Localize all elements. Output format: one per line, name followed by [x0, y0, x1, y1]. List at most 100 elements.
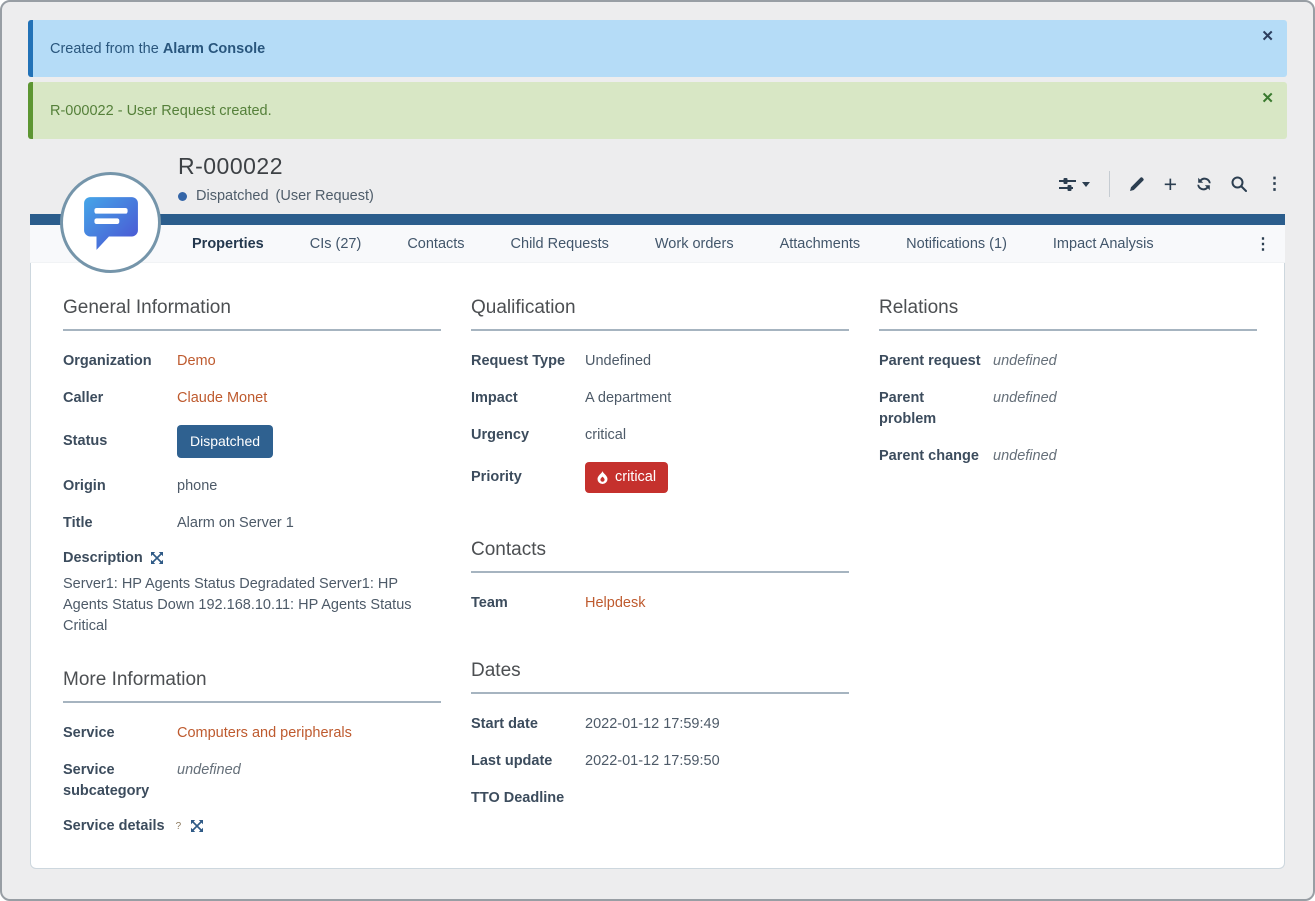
- status-line: Dispatched (User Request): [178, 188, 374, 204]
- field-value: critical: [585, 425, 626, 446]
- service-link[interactable]: Computers and peripherals: [177, 723, 352, 744]
- field-value: 2022-01-12 17:59:49: [585, 714, 720, 735]
- description-text: Server1: HP Agents Status Degradated Ser…: [63, 574, 441, 637]
- field-service-subcategory: Service subcategory undefined: [63, 760, 441, 802]
- expand-icon[interactable]: [191, 820, 203, 832]
- field-label: TTO Deadline: [471, 788, 585, 809]
- expand-icon[interactable]: [151, 552, 163, 564]
- header-toolbar: + ⋮: [1059, 171, 1283, 197]
- caller-link[interactable]: Claude Monet: [177, 388, 267, 409]
- field-label: Service subcategory: [63, 760, 177, 802]
- field-label: Team: [471, 593, 585, 614]
- field-label: Parent problem: [879, 388, 943, 430]
- section-title: Dates: [471, 660, 849, 682]
- section-rule: [471, 571, 849, 573]
- field-parent-problem: Parent problem undefined: [879, 388, 1257, 430]
- tab-properties[interactable]: Properties: [192, 236, 264, 252]
- tab-child-requests[interactable]: Child Requests: [511, 236, 609, 252]
- chevron-down-icon: [1082, 182, 1090, 187]
- success-banner-text: R-000022 - User Request created.: [50, 103, 272, 119]
- status-badge: Dispatched: [177, 425, 273, 458]
- more-actions-button[interactable]: ⋮: [1266, 176, 1283, 192]
- field-team: Team Helpdesk: [471, 593, 849, 614]
- field-caller: Caller Claude Monet: [63, 388, 441, 409]
- field-label: Origin: [63, 476, 177, 497]
- sliders-icon: [1059, 177, 1076, 192]
- field-label: Last update: [471, 751, 585, 772]
- priority-badge-label: critical: [615, 467, 656, 488]
- section-rule: [63, 701, 441, 703]
- field-label: Parent request: [879, 351, 993, 372]
- itop-object-page: Created from the Alarm Console ✕ R-00002…: [0, 0, 1315, 901]
- field-start-date: Start date 2022-01-12 17:59:49: [471, 714, 849, 735]
- info-banner: Created from the Alarm Console ✕: [28, 20, 1287, 77]
- section-contacts: Contacts Team Helpdesk: [471, 539, 849, 614]
- toolbar-divider: [1109, 171, 1110, 197]
- field-parent-change: Parent change undefined: [879, 446, 1257, 467]
- field-label: Description: [63, 550, 143, 566]
- pencil-icon: [1129, 176, 1145, 192]
- tab-contacts[interactable]: Contacts: [407, 236, 464, 252]
- help-marker: ?: [176, 821, 182, 832]
- close-icon[interactable]: ✕: [1261, 29, 1274, 44]
- flame-icon: [597, 471, 608, 484]
- field-last-update: Last update 2022-01-12 17:59:50: [471, 751, 849, 772]
- object-class-text: (User Request): [276, 188, 374, 204]
- section-qualification: Qualification Request Type Undefined Imp…: [471, 297, 849, 493]
- section-title: Qualification: [471, 297, 849, 319]
- tab-impact-analysis[interactable]: Impact Analysis: [1053, 236, 1154, 252]
- field-value: undefined: [993, 446, 1057, 467]
- field-label: Parent change: [879, 446, 993, 467]
- field-label: Service: [63, 723, 177, 744]
- priority-badge: critical: [585, 462, 668, 493]
- add-button[interactable]: +: [1164, 176, 1177, 192]
- search-button[interactable]: [1231, 176, 1247, 192]
- section-rule: [63, 329, 441, 331]
- tab-bar: Properties CIs (27) Contacts Child Reque…: [30, 225, 1285, 263]
- column-left: General Information Organization Demo Ca…: [63, 297, 441, 842]
- section-rule: [471, 329, 849, 331]
- section-rule: [879, 329, 1257, 331]
- field-label: Service details: [63, 818, 165, 834]
- refresh-icon: [1196, 176, 1212, 192]
- field-label: Urgency: [471, 425, 585, 446]
- field-origin: Origin phone: [63, 476, 441, 497]
- section-relations: Relations Parent request undefined Paren…: [879, 297, 1257, 467]
- field-label: Impact: [471, 388, 585, 409]
- field-label: Organization: [63, 351, 177, 372]
- field-urgency: Urgency critical: [471, 425, 849, 446]
- field-label: Priority: [471, 462, 585, 493]
- field-label: Request Type: [471, 351, 585, 372]
- field-label: Start date: [471, 714, 585, 735]
- display-options-button[interactable]: [1059, 177, 1090, 192]
- field-value: undefined: [177, 760, 241, 802]
- info-banner-bold: Alarm Console: [163, 41, 265, 57]
- title-block: R-000022 Dispatched (User Request): [178, 153, 374, 204]
- tab-notifications[interactable]: Notifications (1): [906, 236, 1007, 252]
- tab-cis[interactable]: CIs (27): [310, 236, 362, 252]
- field-description-label: Description: [63, 550, 441, 566]
- tabs-more-button[interactable]: ⋮: [1255, 234, 1271, 254]
- chat-bubble-icon: [82, 195, 140, 251]
- section-more-information: More Information Service Computers and p…: [63, 669, 441, 834]
- refresh-button[interactable]: [1196, 176, 1212, 192]
- edit-button[interactable]: [1129, 176, 1145, 192]
- organization-link[interactable]: Demo: [177, 351, 216, 372]
- tab-attachments[interactable]: Attachments: [780, 236, 861, 252]
- field-label: Caller: [63, 388, 177, 409]
- field-value: Alarm on Server 1: [177, 513, 294, 534]
- team-link[interactable]: Helpdesk: [585, 593, 645, 614]
- status-text: Dispatched: [196, 188, 269, 204]
- field-impact: Impact A department: [471, 388, 849, 409]
- field-parent-request: Parent request undefined: [879, 351, 1257, 372]
- column-middle: Qualification Request Type Undefined Imp…: [471, 297, 849, 825]
- field-label: Title: [63, 513, 177, 534]
- close-icon[interactable]: ✕: [1261, 91, 1274, 106]
- accent-bar: [30, 214, 1285, 225]
- field-priority: Priority critical: [471, 462, 849, 493]
- field-value: 2022-01-12 17:59:50: [585, 751, 720, 772]
- section-title: Contacts: [471, 539, 849, 561]
- tab-work-orders[interactable]: Work orders: [655, 236, 734, 252]
- field-service-details-label: Service details?: [63, 818, 441, 834]
- field-value: undefined: [993, 388, 1057, 430]
